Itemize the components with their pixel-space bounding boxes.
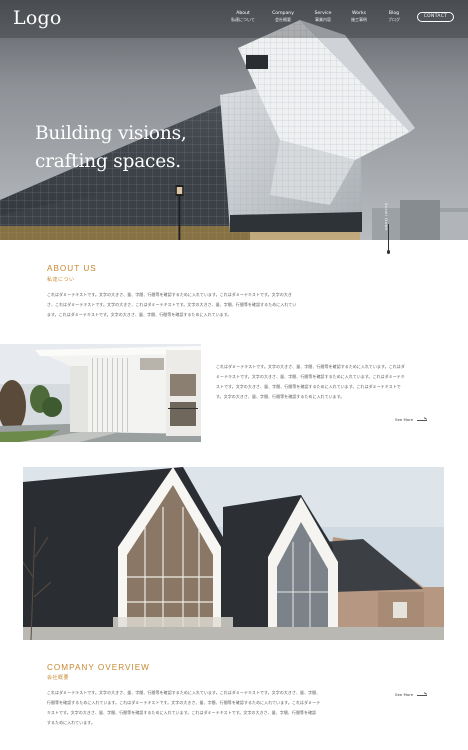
nav-item-service-sub: 事業内容 xyxy=(315,17,331,22)
nav-item-company-sub: 会社概要 xyxy=(275,17,291,22)
company-subtitle: 会社概要 xyxy=(47,675,70,681)
company-see-more-label: See More xyxy=(395,692,414,697)
company-see-more-link[interactable]: See More xyxy=(395,692,428,697)
hero-title-line1: Building visions, xyxy=(35,123,187,144)
company-body-line: これはダミーテキストです。文字の大きさ、量、字間、行間等を確認するために入れてい… xyxy=(47,690,321,695)
feature-see-more-link[interactable]: See More xyxy=(395,417,428,422)
arrow-right-icon xyxy=(417,419,428,421)
feature-body: これはダミーテキストです。文字の大きさ、量、字間、行間等を確認するために入れてい… xyxy=(216,362,461,402)
about-image xyxy=(0,344,201,442)
nav-item-about[interactable]: About 私達について xyxy=(223,11,263,22)
feature-body-line: す。文字の大きさ、量、字間、行間等を確認するために入れています。 xyxy=(216,394,345,399)
about-title: ABOUT US xyxy=(47,264,97,273)
nav-item-works-sub: 施工事例 xyxy=(351,17,367,22)
hero-title-line2: crafting spaces. xyxy=(35,151,181,172)
about-body: これはダミーテキストです。文字の大きさ、量、字間、行間等を確認するために入れてい… xyxy=(47,290,427,320)
nav-item-blog[interactable]: Blog ブログ xyxy=(374,11,414,22)
feature-body-line: ストです。文字の大きさ、量、字間、行間等を確認するために入れています。これはダミ… xyxy=(216,384,401,389)
company-title: COMPANY OVERVIEW xyxy=(47,663,150,672)
nav-item-works[interactable]: Works 施工事例 xyxy=(339,11,379,22)
about-subtitle: 私達につい xyxy=(47,277,75,283)
company-body-line: 行間等を確認するために入れています。これはダミーテキストです。文字の大きさ、量、… xyxy=(47,700,321,705)
feature-see-more-label: See More xyxy=(395,417,414,422)
scroll-indicator-line xyxy=(388,224,389,252)
about-body-line: ます。これはダミーテキストです。文字の大きさ、量、字間、行間等を確認するために入… xyxy=(47,312,232,317)
company-image xyxy=(23,467,444,640)
nav-item-blog-sub: ブログ xyxy=(388,17,400,22)
company-body-line: するために入れています。 xyxy=(47,720,95,725)
company-body: これはダミーテキストです。文字の大きさ、量、字間、行間等を確認するために入れてい… xyxy=(47,688,347,728)
about-body-line: これはダミーテキストです。文字の大きさ、量、字間、行間等を確認するために入れてい… xyxy=(47,292,292,297)
nav-item-about-sub: 私達について xyxy=(231,17,255,22)
hero-title: Building visions, crafting spaces. xyxy=(35,120,187,176)
company-body-line: キストです。文字の大きさ、量、字間、行間等を確認するために入れています。これはダ… xyxy=(47,710,317,715)
main-nav: About 私達について Company 会社概要 Service 事業内容 W… xyxy=(0,11,468,31)
arrow-right-icon xyxy=(417,694,428,696)
feature-body-line: これはダミーテキストです。文字の大きさ、量、字間、行間等を確認するために入れてい… xyxy=(216,364,405,369)
hero-section: Logo About 私達について Company 会社概要 Service 事… xyxy=(0,0,468,240)
about-body-line: さ、これはダミーテキストです。文字の大きさ、これはダミーテキストです。文字の大き… xyxy=(47,302,297,307)
feature-body-line: ミーテキストです。文字の大きさ、量、字間、行間等を確認するために入れています。こ… xyxy=(216,374,405,379)
nav-item-company[interactable]: Company 会社概要 xyxy=(263,11,303,22)
scroll-indicator-dot xyxy=(386,250,390,254)
nav-item-service[interactable]: Service 事業内容 xyxy=(303,11,343,22)
contact-button[interactable]: CONTACT xyxy=(417,12,454,22)
